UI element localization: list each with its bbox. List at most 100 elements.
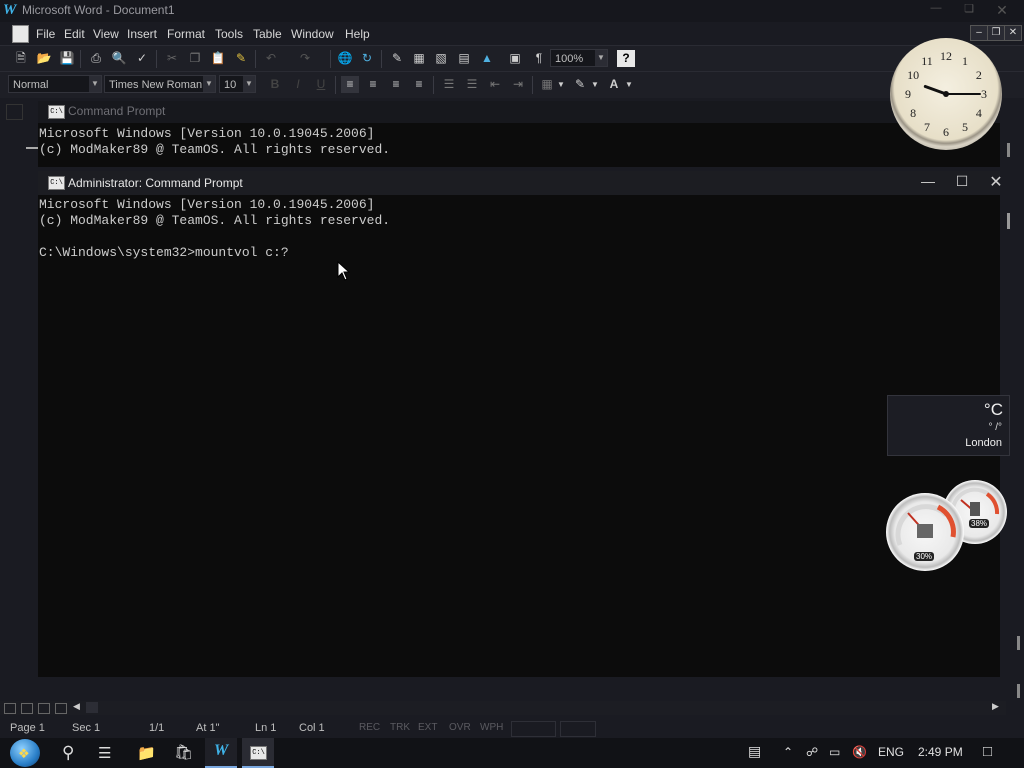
- word-title-bar[interactable]: W Microsoft Word - Document1 — ❏ ✕: [0, 0, 1024, 22]
- align-left-icon[interactable]: ≡: [341, 76, 359, 93]
- cpu-gauge[interactable]: 30%: [886, 493, 964, 571]
- document-icon[interactable]: [12, 25, 29, 43]
- redo-icon[interactable]: ↷: [296, 50, 314, 67]
- horizontal-scrollbar[interactable]: ◀ ▶: [0, 701, 1006, 715]
- borders-icon[interactable]: ▦: [538, 76, 556, 93]
- menu-view[interactable]: View: [93, 27, 119, 41]
- command-prompt-window-back[interactable]: C:\ Command Prompt Microsoft Windows [Ve…: [38, 101, 1000, 167]
- status-trk[interactable]: TRK: [390, 722, 410, 733]
- close-icon[interactable]: ✕: [993, 2, 1011, 18]
- open-icon[interactable]: 📂: [35, 50, 53, 67]
- chevron-up-icon[interactable]: ⌃: [783, 745, 793, 759]
- clock-time[interactable]: 2:49 PM: [918, 745, 963, 759]
- spelling-icon[interactable]: ✓: [133, 50, 151, 67]
- scrollbar-thumb[interactable]: [1007, 143, 1010, 157]
- align-right-icon[interactable]: ≡: [387, 76, 405, 93]
- action-notification-icon[interactable]: ▤: [748, 743, 761, 760]
- align-center-icon[interactable]: ≡: [364, 76, 382, 93]
- cut-icon[interactable]: ✂: [163, 50, 181, 67]
- scrollbar-thumb[interactable]: [1017, 636, 1020, 650]
- start-button[interactable]: ❖: [10, 739, 40, 767]
- document-map-icon[interactable]: ▣: [506, 50, 524, 67]
- chevron-down-icon[interactable]: ▼: [556, 76, 566, 93]
- chevron-down-icon[interactable]: ▼: [624, 76, 634, 93]
- console-output[interactable]: Microsoft Windows [Version 10.0.19045.20…: [39, 197, 390, 261]
- minimize-icon[interactable]: —: [913, 173, 943, 189]
- chevron-down-icon[interactable]: ▼: [89, 76, 101, 92]
- file-explorer-icon[interactable]: 📁: [137, 744, 156, 762]
- tables-borders-icon[interactable]: ✎: [388, 50, 406, 67]
- taskbar-command-prompt[interactable]: C:\: [242, 738, 274, 768]
- menu-help[interactable]: Help: [345, 27, 370, 41]
- console-title-bar[interactable]: C:\ Command Prompt: [38, 101, 1000, 123]
- command-prompt-window[interactable]: C:\ Administrator: Command Prompt — ☐ ✕ …: [38, 171, 1003, 677]
- maximize-icon[interactable]: ❏: [960, 2, 978, 18]
- status-ovr[interactable]: OVR: [449, 722, 471, 733]
- chevron-down-icon[interactable]: ▼: [590, 76, 600, 93]
- taskbar-word[interactable]: W: [205, 738, 237, 768]
- scroll-thumb[interactable]: [86, 702, 98, 713]
- weather-unit[interactable]: °C: [984, 400, 1003, 420]
- store-icon[interactable]: 🛍: [174, 743, 193, 761]
- numbering-icon[interactable]: ☰: [440, 76, 458, 93]
- status-ext[interactable]: EXT: [418, 722, 437, 733]
- increase-indent-icon[interactable]: ⇥: [509, 76, 527, 93]
- status-rec[interactable]: REC: [359, 722, 380, 733]
- scrollbar-thumb[interactable]: [1007, 213, 1010, 229]
- web-layout-icon[interactable]: [21, 703, 33, 714]
- style-combo[interactable]: Normal ▼: [8, 75, 102, 93]
- justify-icon[interactable]: ≡: [410, 76, 428, 93]
- show-hide-icon[interactable]: ¶: [530, 50, 548, 67]
- bold-icon[interactable]: B: [266, 76, 284, 93]
- chevron-down-icon[interactable]: ▼: [203, 76, 215, 92]
- undo-icon[interactable]: ↶: [262, 50, 280, 67]
- menu-file[interactable]: File: [36, 27, 55, 41]
- columns-icon[interactable]: ▤: [455, 50, 473, 67]
- font-color-icon[interactable]: A: [605, 76, 623, 93]
- search-icon[interactable]: ⚲: [62, 743, 74, 763]
- chevron-down-icon[interactable]: ▼: [595, 50, 607, 66]
- scrollbar-thumb[interactable]: [1017, 684, 1020, 698]
- minimize-icon[interactable]: —: [927, 2, 945, 18]
- console-command-line[interactable]: C:\Windows\system32>mountvol c:?: [39, 245, 390, 261]
- normal-view-icon[interactable]: [4, 703, 16, 714]
- menu-insert[interactable]: Insert: [127, 27, 157, 41]
- chevron-down-icon[interactable]: ▼: [243, 76, 255, 92]
- help-icon[interactable]: ?: [617, 50, 635, 67]
- web-toolbar-icon[interactable]: ↻: [358, 50, 376, 67]
- new-icon[interactable]: 🗎: [12, 50, 30, 67]
- font-size-combo[interactable]: 10 ▼: [219, 75, 256, 93]
- insert-excel-icon[interactable]: ▧: [432, 50, 450, 67]
- close-icon[interactable]: ✕: [981, 172, 1011, 192]
- volume-muted-icon[interactable]: 🔇: [852, 745, 867, 759]
- clock-gadget[interactable]: 12 1 2 3 4 5 6 7 8 9 10 11: [890, 38, 1002, 150]
- weather-gadget[interactable]: °C ° /° London: [887, 395, 1010, 456]
- menu-table[interactable]: Table: [253, 27, 282, 41]
- hyperlink-icon[interactable]: 🌐: [336, 50, 354, 67]
- device-icon[interactable]: ☍: [806, 745, 818, 759]
- bullets-icon[interactable]: ☰: [463, 76, 481, 93]
- ruler-tab-selector[interactable]: [6, 104, 23, 120]
- scroll-right-icon[interactable]: ▶: [992, 701, 999, 712]
- drawing-icon[interactable]: ▲: [478, 50, 496, 67]
- maximize-icon[interactable]: ☐: [947, 173, 977, 190]
- format-painter-icon[interactable]: ✎: [232, 50, 250, 67]
- outline-view-icon[interactable]: [55, 703, 67, 714]
- underline-icon[interactable]: U: [312, 76, 330, 93]
- print-layout-icon[interactable]: [38, 703, 50, 714]
- zoom-combo[interactable]: 100% ▼: [550, 49, 608, 67]
- menu-tools[interactable]: Tools: [215, 27, 243, 41]
- print-preview-icon[interactable]: 🔍: [110, 50, 128, 67]
- insert-table-icon[interactable]: ▦: [410, 50, 428, 67]
- notifications-icon[interactable]: □: [983, 743, 992, 760]
- console-title-bar[interactable]: C:\ Administrator: Command Prompt — ☐ ✕: [38, 171, 1003, 195]
- menu-format[interactable]: Format: [167, 27, 205, 41]
- save-icon[interactable]: 💾: [58, 50, 76, 67]
- language-indicator[interactable]: ENG: [878, 745, 904, 759]
- network-icon[interactable]: ▭: [829, 745, 840, 759]
- print-icon[interactable]: ⎙: [87, 50, 105, 67]
- task-view-icon[interactable]: ☰: [98, 744, 111, 762]
- highlight-icon[interactable]: ✎: [571, 76, 589, 93]
- status-wph[interactable]: WPH: [480, 722, 503, 733]
- italic-icon[interactable]: I: [289, 76, 307, 93]
